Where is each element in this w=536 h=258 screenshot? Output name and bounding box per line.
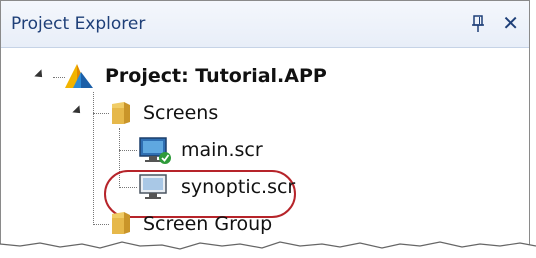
screens-collapse-toggle[interactable] [72,105,84,117]
screen-icon [139,174,167,199]
tree-connector [119,150,137,151]
screen-group-label: Screen Group [143,213,273,235]
pin-icon[interactable] [471,15,485,33]
main-scr-label: main.scr [181,139,263,161]
project-collapse-toggle[interactable] [34,69,46,81]
tree-connector [93,92,94,225]
panel-title: Project Explorer [11,14,146,34]
tree-item-screens[interactable]: Screens [143,98,218,128]
close-icon[interactable]: ✕ [502,11,519,35]
folder-icon [112,212,130,234]
tree-item-main-scr[interactable]: main.scr [181,135,263,165]
tree-connector [93,113,109,114]
tree-connector [93,224,109,225]
torn-edge-decoration [0,241,536,258]
synoptic-scr-label: synoptic.scr [181,176,296,198]
panel-titlebar: Project Explorer ✕ [1,1,529,48]
project-label: Project: Tutorial.APP [105,65,327,87]
tree-item-synoptic-scr[interactable]: synoptic.scr [181,172,295,202]
screens-label: Screens [143,102,219,124]
folder-icon [112,102,130,124]
project-explorer-panel: Project Explorer ✕ Project: Tutorial.APP [0,0,530,252]
project-icon [65,64,93,88]
project-tree: Project: Tutorial.APP Screens main.scr s… [1,48,529,251]
tree-item-project[interactable]: Project: Tutorial.APP [105,61,327,91]
screen-icon [139,137,171,164]
